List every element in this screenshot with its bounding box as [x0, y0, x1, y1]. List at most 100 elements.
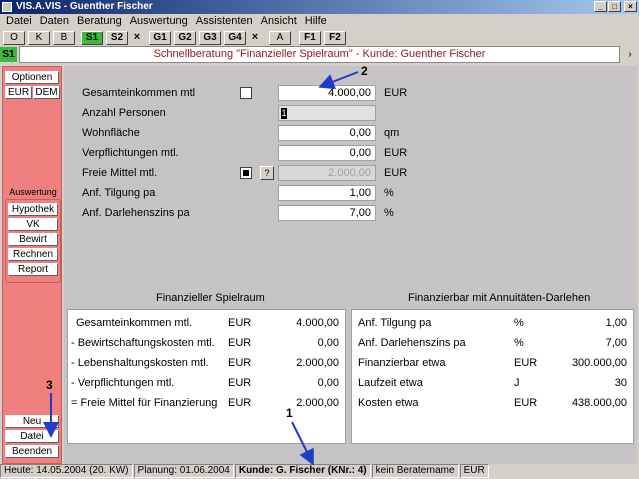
row-label: Gesamteinkommen mtl. — [76, 317, 193, 329]
toolbar-g2-button[interactable]: G2 — [174, 30, 196, 45]
darlehenszins-unit: % — [384, 207, 394, 219]
row-label: Kosten etwa — [358, 397, 419, 409]
maximize-button[interactable]: □ — [608, 1, 621, 12]
row-value: 4.000,00 — [296, 317, 339, 329]
row-value: 7,00 — [605, 337, 627, 349]
menu-assistenten[interactable]: Assistenten — [192, 14, 257, 29]
freie-mittel-label: Freie Mittel mtl. — [82, 167, 158, 179]
close-button[interactable]: × — [624, 1, 637, 12]
row-unit: EUR — [514, 357, 538, 369]
row-value: 438.000,00 — [571, 397, 627, 409]
title-bar: VIS.A.VIS - Guenther Fischer _ □ × — [0, 0, 639, 14]
datei-button[interactable]: Datei — [5, 430, 59, 443]
status-heute: Heute: 14.05.2004 (20. KW) — [0, 464, 133, 478]
row-label: - Verpflichtungen mtl. — [71, 377, 175, 389]
neu-button[interactable]: Neu — [5, 415, 59, 428]
table-row: Anf. Tilgung pa % 1,00 — [352, 316, 633, 330]
row-value: 300.000,00 — [571, 357, 627, 369]
table-row: Laufzeit etwa J 30 — [352, 376, 633, 390]
help-icon[interactable]: ? — [260, 166, 274, 180]
tilgung-unit: % — [384, 187, 394, 199]
row-value: 0,00 — [317, 377, 339, 389]
row-value: 2.000,00 — [296, 397, 339, 409]
table-row: Gesamteinkommen mtl. EUR 4.000,00 — [68, 316, 345, 330]
menu-ansicht[interactable]: Ansicht — [257, 14, 301, 29]
row-unit: EUR — [514, 397, 538, 409]
row-unit: J — [514, 377, 520, 389]
toolbar-g4-button[interactable]: G4 — [224, 30, 246, 45]
toolbar-g3-button[interactable]: G3 — [199, 30, 221, 45]
toolbar-s2-button[interactable]: S2 — [106, 30, 128, 45]
toolbar-g-close-icon[interactable]: × — [249, 31, 261, 45]
freie-mittel-checkbox[interactable] — [240, 167, 252, 179]
menu-beratung[interactable]: Beratung — [73, 14, 126, 29]
toolbar-f1-button[interactable]: F1 — [299, 30, 321, 45]
window-title: VIS.A.VIS - Guenther Fischer — [16, 1, 153, 12]
table-row: - Lebenshaltungskosten mtl. EUR 2.000,00 — [68, 356, 345, 370]
darlehenszins-input[interactable]: 7,00 — [278, 205, 376, 221]
mode-bar: S1 Schnellberatung "Finanzieller Spielra… — [0, 46, 639, 63]
table-row: = Freie Mittel für Finanzierung EUR 2.00… — [68, 396, 345, 410]
row-value: 1,00 — [605, 317, 627, 329]
rechnen-button[interactable]: Rechnen — [8, 248, 58, 261]
finanzieller-spielraum-panel: Gesamteinkommen mtl. EUR 4.000,00 - Bewi… — [67, 309, 346, 444]
dem-button[interactable]: DEM — [33, 86, 60, 99]
row-currency: EUR — [228, 357, 252, 369]
menu-auswertung[interactable]: Auswertung — [126, 14, 192, 29]
page-title: Schnellberatung "Finanzieller Spielraum"… — [19, 46, 620, 63]
mode-label: S1 — [0, 47, 17, 62]
verpflichtungen-unit: EUR — [384, 147, 408, 159]
row-label: - Bewirtschaftungskosten mtl. — [71, 337, 215, 349]
toolbar-k-button[interactable]: K — [28, 30, 50, 45]
hypothek-button[interactable]: Hypothek — [8, 203, 58, 216]
status-kunde: Kunde: G. Fischer (KNr.: 4) — [234, 464, 371, 478]
row-value: 0,00 — [317, 337, 339, 349]
annuitaeten-panel: Anf. Tilgung pa % 1,00 Anf. Darlehenszin… — [351, 309, 634, 444]
row-unit: % — [514, 317, 524, 329]
freie-mittel-input[interactable]: 2.000,00 — [278, 165, 376, 181]
bewirt-button[interactable]: Bewirt — [8, 233, 58, 246]
verpflichtungen-label: Verpflichtungen mtl. — [82, 147, 179, 159]
optionen-button[interactable]: Optionen — [5, 71, 59, 84]
row-label: - Lebenshaltungskosten mtl. — [71, 357, 209, 369]
tilgung-label: Anf. Tilgung pa — [82, 187, 156, 199]
eur-button[interactable]: EUR — [5, 86, 32, 99]
menu-daten[interactable]: Daten — [36, 14, 73, 29]
right-panel-title: Finanzierbar mit Annuitäten-Darlehen — [408, 292, 591, 304]
report-button[interactable]: Report — [8, 263, 58, 276]
row-label: Anf. Tilgung pa — [358, 317, 432, 329]
minimize-button[interactable]: _ — [594, 1, 607, 12]
beenden-button[interactable]: Beenden — [5, 445, 59, 458]
toolbar-s1-button[interactable]: S1 — [81, 30, 103, 45]
chevron-right-icon[interactable]: › — [623, 48, 637, 62]
row-currency: EUR — [228, 337, 252, 349]
auswertung-label: Auswertung — [9, 187, 57, 197]
anzahl-personen-input[interactable]: 1 — [278, 105, 376, 121]
toolbar-a-button[interactable]: A — [269, 30, 291, 45]
tilgung-input[interactable]: 1,00 — [278, 185, 376, 201]
toolbar-g1-button[interactable]: G1 — [149, 30, 171, 45]
row-value: 2.000,00 — [296, 357, 339, 369]
menu-datei[interactable]: Datei — [2, 14, 36, 29]
wohnflaeche-label: Wohnfläche — [82, 127, 140, 139]
wohnflaeche-input[interactable]: 0,00 — [278, 125, 376, 141]
gesamteinkommen-input[interactable]: 4.000,00 — [278, 85, 376, 101]
row-label: Finanzierbar etwa — [358, 357, 446, 369]
toolbar-b-button[interactable]: B — [53, 30, 75, 45]
anzahl-personen-value: 1 — [281, 107, 287, 119]
menu-hilfe[interactable]: Hilfe — [301, 14, 331, 29]
vk-button[interactable]: VK — [8, 218, 58, 231]
verpflichtungen-input[interactable]: 0,00 — [278, 145, 376, 161]
table-row: - Verpflichtungen mtl. EUR 0,00 — [68, 376, 345, 390]
sidebar: Optionen EUR DEM Auswertung Hypothek VK … — [2, 66, 62, 464]
gesamteinkommen-unit: EUR — [384, 87, 408, 99]
table-row: Finanzierbar etwa EUR 300.000,00 — [352, 356, 633, 370]
status-bar: Heute: 14.05.2004 (20. KW) Planung: 01.0… — [0, 464, 639, 479]
gesamteinkommen-checkbox[interactable] — [240, 87, 252, 99]
toolbar-f2-button[interactable]: F2 — [324, 30, 346, 45]
toolbar-o-button[interactable]: O — [3, 30, 25, 45]
row-label: Anf. Darlehenszins pa — [358, 337, 466, 349]
toolbar-s-close-icon[interactable]: × — [131, 31, 143, 45]
annotation-1: 1 — [286, 406, 293, 420]
table-row: Anf. Darlehenszins pa % 7,00 — [352, 336, 633, 350]
